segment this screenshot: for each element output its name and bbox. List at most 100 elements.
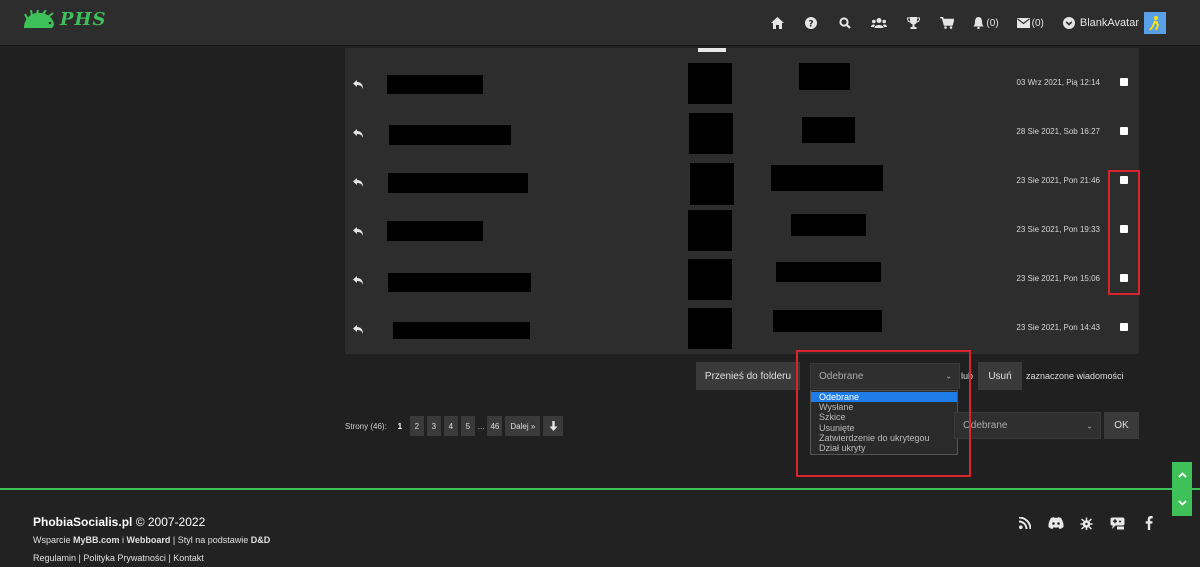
reply-icon [353,125,363,143]
facebook-icon[interactable] [1133,513,1164,533]
message-checkbox[interactable] [1120,176,1128,184]
scroll-down-button[interactable] [1172,490,1192,516]
avatar-figure-icon [1149,16,1160,31]
rss-icon[interactable] [1009,513,1040,533]
support-prefix: Wsparcie [33,535,74,545]
page-current: 1 [397,421,403,431]
username: BlankAvatar [1079,17,1139,29]
search-icon[interactable] [828,0,862,46]
message-date: 23 Sie 2021, Pon 14:43 [1016,323,1100,332]
message-checkbox[interactable] [1120,274,1128,282]
redacted-sender [791,214,866,236]
message-checkbox[interactable] [1120,323,1128,331]
site-name[interactable]: PhobiaSocialis.pl [33,515,132,529]
logo-text: PHS [60,9,107,30]
discord-icon[interactable] [1040,513,1071,533]
message-date: 03 Wrz 2021, Pią 12:14 [1016,78,1100,87]
folder-select[interactable]: Odebrane ⌄ [810,363,960,389]
message-row: 03 Wrz 2021, Pią 12:14 [345,60,1139,109]
jump-folder-select[interactable]: Odebrane ⌄ [954,412,1101,439]
privacy-link[interactable]: Polityka Prywatności [83,553,166,563]
message-checkbox[interactable] [1120,225,1128,233]
folder-dropdown-list: Odebrane Wysłane Szkice Usunięte Zatwier… [810,390,958,456]
trophy-icon[interactable] [896,0,930,46]
footer-copyright: PhobiaSocialis.pl © 2007-2022 [33,515,205,529]
arrow-down-icon [549,421,558,431]
redacted-subject [387,75,483,94]
mybb-link[interactable]: MyBB.com [73,535,120,545]
gamepad-chat-icon[interactable] [1102,513,1133,533]
selected-messages-text: zaznaczone wiadomości [1026,371,1124,381]
folder-option[interactable]: Dział ukryty [811,443,957,453]
cart-icon[interactable] [930,0,964,46]
folder-option[interactable]: Zatwierdzenie do ukrytegou [811,433,957,443]
folder-option[interactable]: Szkice [811,412,957,422]
message-checkbox[interactable] [1120,78,1128,86]
style-prefix: | Styl na podstawie [170,535,251,545]
site-logo[interactable]: PHS [22,9,107,30]
chevron-down-icon: ⌄ [1086,421,1093,430]
copyright-years: © 2007-2022 [132,515,206,529]
redacted-sender [799,63,850,90]
bell-icon [973,17,984,29]
ok-button[interactable]: OK [1104,412,1139,439]
webboard-link[interactable]: Webboard [127,535,171,545]
message-row: 28 Sie 2021, Sob 16:27 [345,109,1139,158]
page-link[interactable]: 2 [409,416,424,436]
chevron-down-icon [1177,500,1187,506]
delete-button[interactable]: Usuń [978,362,1022,390]
jump-down-button[interactable] [543,416,564,436]
page-link-last[interactable]: 46 [487,416,503,436]
folder-option[interactable]: Usunięte [811,423,957,433]
redacted-subject [388,273,531,292]
home-icon[interactable] [760,0,794,46]
style-link[interactable]: D&D [251,535,271,545]
redacted-subject [387,221,483,241]
redacted-avatar [688,308,732,349]
page-link[interactable]: 4 [443,416,458,436]
chevron-up-icon [1177,472,1187,478]
reply-icon [353,223,363,241]
reply-icon [353,272,363,290]
help-icon[interactable]: ? [794,0,828,46]
social-links [1009,513,1164,533]
page-link[interactable]: 5 [460,416,475,436]
members-icon[interactable] [862,0,896,46]
reply-icon [353,321,363,339]
redacted-sender [802,117,855,143]
message-row: 23 Sie 2021, Pon 21:46 [345,158,1139,207]
redacted-sender [771,165,883,191]
bug-icon[interactable] [1071,513,1102,533]
and-text: i [119,535,127,545]
redacted-sender [773,310,882,332]
envelope-icon [1016,18,1030,28]
page-link[interactable]: 3 [426,416,441,436]
message-date: 28 Sie 2021, Sob 16:27 [1016,127,1100,136]
avatar[interactable] [1144,12,1166,34]
move-to-folder-button[interactable]: Przenieś do folderu [696,362,800,390]
jump-folder-value: Odebrane [963,420,1008,431]
pagination: Strony (46): 1 2 3 4 5 ... 46 Dalej » [345,416,564,436]
top-navbar: PHS ? (0) (0) BlankAvatar [0,0,1200,46]
chevron-down-circle-icon [1062,17,1075,29]
redacted-avatar [689,113,733,154]
reply-icon [353,76,363,94]
folder-option[interactable]: Wysłane [811,402,957,412]
folder-option[interactable]: Odebrane [811,392,957,403]
message-date: 23 Sie 2021, Pon 21:46 [1016,176,1100,185]
scroll-up-button[interactable] [1172,462,1192,488]
footer-credits: Wsparcie MyBB.com i Webboard | Styl na p… [33,535,270,545]
notifications-link[interactable]: (0) [964,0,1007,46]
redacted-avatar [688,210,732,251]
footer-links: Regulamin | Polityka Prywatności | Konta… [33,553,204,563]
pages-label: Strony (46): [345,421,387,431]
rules-link[interactable]: Regulamin [33,553,76,563]
page-ellipsis: ... [477,421,485,431]
next-page-button[interactable]: Dalej » [505,416,541,436]
message-checkbox[interactable] [1120,127,1128,135]
redacted-subject [389,125,511,145]
contact-link[interactable]: Kontakt [173,553,204,563]
user-menu[interactable]: BlankAvatar [1053,0,1172,46]
private-messages-link[interactable]: (0) [1008,0,1053,46]
notifications-count: (0) [986,17,999,29]
